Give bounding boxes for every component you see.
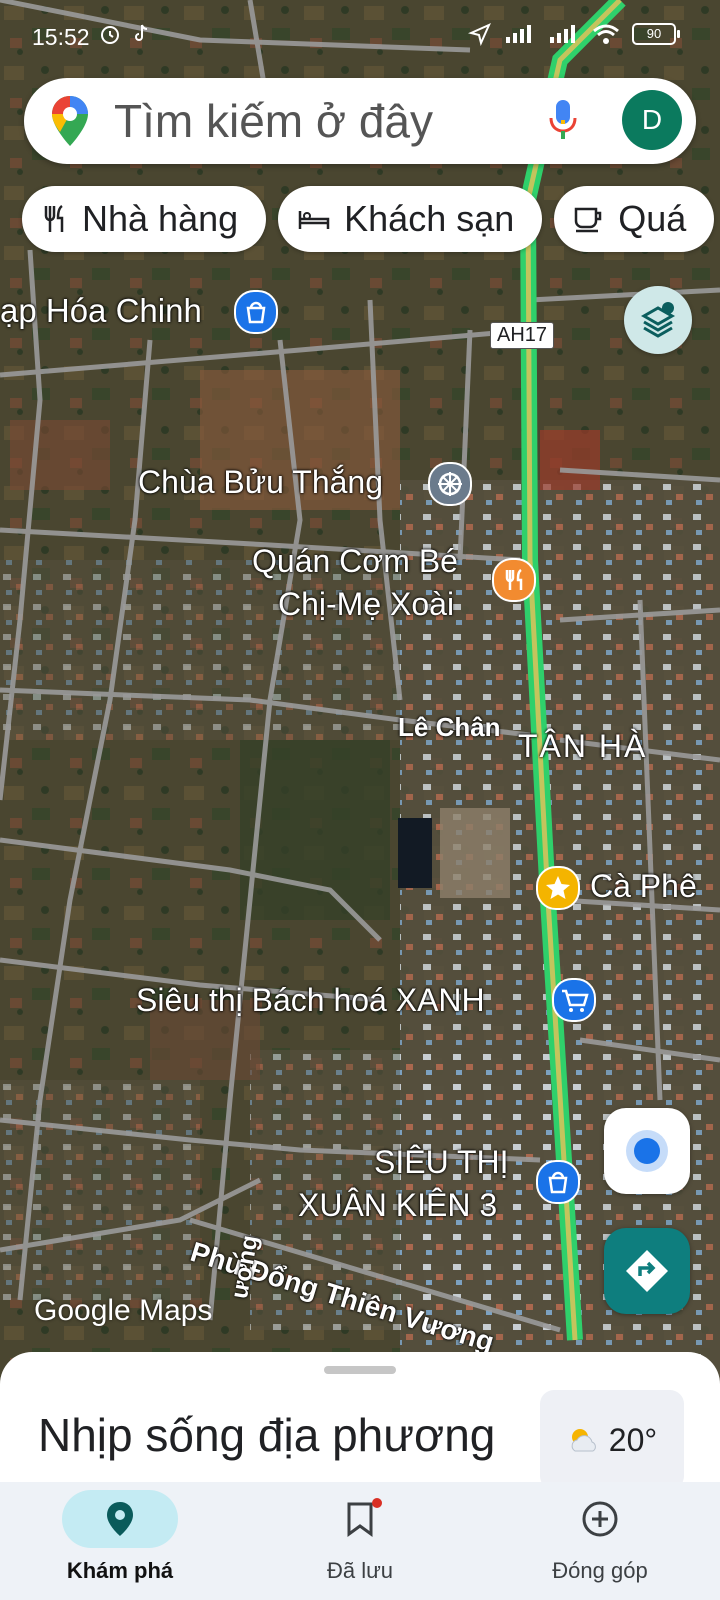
layers-button[interactable] (624, 286, 692, 354)
nav-saved-indicator (302, 1490, 418, 1548)
search-bar[interactable]: Tìm kiếm ở đây D (24, 78, 696, 164)
nav-explore[interactable]: Khám phá (10, 1490, 230, 1594)
street-label-le-chan: Lê Chân (398, 712, 501, 742)
restaurant-icon (44, 204, 64, 232)
tiktok-icon (135, 24, 148, 41)
search-placeholder: Tìm kiếm ở đây (114, 95, 433, 147)
nav-saved[interactable]: Đã lưu (250, 1490, 470, 1594)
category-chips: Nhà hàng Khách sạn Quá (22, 186, 715, 252)
directions-icon (626, 1250, 668, 1292)
bottom-navigation: Khám phá Đã lưu Đóng góp (0, 1482, 720, 1600)
weather-card[interactable]: 20° (540, 1390, 684, 1490)
add-circle-icon (582, 1501, 618, 1537)
location-arrow-icon (468, 23, 491, 46)
directions-button[interactable] (604, 1228, 690, 1314)
nav-label: Đóng góp (552, 1558, 648, 1583)
chip-label: Nhà hàng (82, 198, 239, 239)
road-shield-ah17: AH17 (490, 322, 555, 349)
wifi-icon (593, 24, 619, 44)
shopping-bag-pin-icon[interactable] (234, 290, 278, 334)
signal-2-icon (550, 25, 575, 43)
layers-icon (640, 302, 676, 338)
status-bar: 15:52 90 (0, 0, 720, 70)
hotel-icon (298, 211, 330, 229)
poi-label-tap-hoa[interactable]: ạp Hóa Chinh (0, 292, 202, 330)
status-time: 15:52 (32, 24, 90, 50)
signal-1-icon (506, 25, 531, 43)
chip-cafes[interactable]: Quá (554, 186, 715, 252)
sheet-drag-handle[interactable] (324, 1366, 396, 1374)
poi-label-ca-phe[interactable]: Cà Phê (590, 868, 697, 905)
temperature: 20° (608, 1421, 658, 1458)
bookmark-icon (347, 1502, 373, 1537)
area-label-tan-ha: TÂN HÀ (518, 728, 648, 764)
chip-label: Quá (618, 198, 687, 239)
nav-contribute[interactable]: Đóng góp (490, 1490, 710, 1594)
bottom-sheet[interactable]: Nhịp sống địa phương 20° (0, 1352, 720, 1490)
poi-label-quan-com-2[interactable]: Chị-Mẹ Xoài (278, 586, 454, 623)
battery-indicator: 90 (632, 23, 680, 45)
restaurant-pin-icon[interactable] (492, 558, 536, 602)
nav-label: Đã lưu (326, 1558, 394, 1583)
chip-hotels[interactable]: Khách sạn (278, 186, 543, 252)
partly-cloudy-icon (571, 1429, 596, 1452)
notification-dot (372, 1498, 382, 1508)
location-dot-icon (634, 1138, 660, 1164)
cafe-icon (575, 207, 602, 233)
shopping-bag-pin-icon[interactable] (536, 1160, 580, 1204)
chip-label: Khách sạn (344, 198, 515, 239)
poi-label-chua[interactable]: Chùa Bửu Thắng (138, 464, 383, 501)
poi-label-sieu-thi-xk-1[interactable]: SIÊU THỊ (374, 1144, 509, 1181)
temple-wheel-pin-icon[interactable] (428, 462, 472, 506)
poi-label-sieu-thi-xk-2[interactable]: XUÂN KIÊN 3 (298, 1187, 497, 1224)
sheet-title: Nhịp sống địa phương (38, 1409, 496, 1461)
nav-explore-indicator (62, 1490, 178, 1548)
chip-restaurants[interactable]: Nhà hàng (22, 186, 267, 252)
google-maps-pin-icon (52, 96, 88, 146)
star-pin-icon[interactable] (536, 866, 580, 910)
account-avatar[interactable]: D (622, 90, 682, 150)
cart-pin-icon[interactable] (552, 978, 596, 1022)
explore-pin-icon (107, 1502, 133, 1536)
poi-label-quan-com-1[interactable]: Quán Cơm Bé (252, 543, 458, 580)
my-location-button[interactable] (604, 1108, 690, 1194)
poi-label-sieu-thi-bhx[interactable]: Siêu thị Bách hoá XANH (136, 982, 485, 1019)
nav-contribute-indicator (542, 1490, 658, 1548)
nav-label: Khám phá (66, 1558, 174, 1583)
microphone-icon[interactable] (548, 98, 578, 142)
alarm-icon (101, 26, 119, 44)
google-maps-logo: Google Maps (34, 1294, 213, 1327)
